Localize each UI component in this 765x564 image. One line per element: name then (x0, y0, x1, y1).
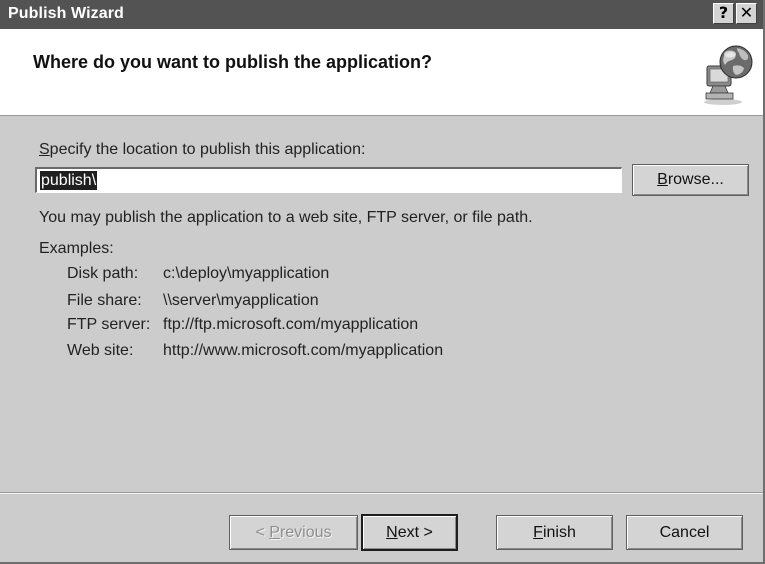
example-value: \\server\myapplication (163, 292, 319, 309)
footer-divider (0, 492, 763, 494)
example-type: Web site: (67, 342, 134, 359)
close-icon: ✕ (739, 3, 754, 22)
example-value: ftp://ftp.microsoft.com/myapplication (163, 316, 419, 333)
publish-wizard-dialog: Publish Wizard ? ✕ Where do you want to … (0, 0, 765, 564)
help-icon: ? (718, 3, 729, 22)
title-bar: Publish Wizard ? ✕ (0, 0, 763, 29)
example-value: http://www.microsoft.com/myapplication (163, 342, 444, 359)
globe-computer-icon (704, 45, 753, 105)
location-input-value: publish\ (40, 171, 98, 190)
page-title: Where do you want to publish the applica… (33, 52, 432, 72)
wizard-header: Where do you want to publish the applica… (0, 29, 763, 116)
example-type: FTP server: (67, 316, 151, 333)
location-input[interactable]: publish\ (35, 167, 622, 193)
window-title: Publish Wizard (8, 5, 124, 22)
next-button[interactable]: Next > (361, 514, 458, 551)
examples-heading: Examples: (39, 240, 114, 257)
location-label: Specify the location to publish this app… (39, 141, 366, 158)
description-text: You may publish the application to a web… (39, 209, 533, 226)
example-type: File share: (67, 292, 142, 309)
help-button[interactable]: ? (713, 3, 734, 24)
previous-button[interactable]: < Previous (229, 515, 358, 550)
example-value: c:\deploy\myapplication (163, 265, 330, 282)
close-button[interactable]: ✕ (736, 3, 757, 24)
finish-button[interactable]: Finish (496, 515, 613, 550)
cancel-button[interactable]: Cancel (626, 515, 743, 550)
browse-button[interactable]: Browse... (632, 164, 749, 196)
example-type: Disk path: (67, 265, 139, 282)
